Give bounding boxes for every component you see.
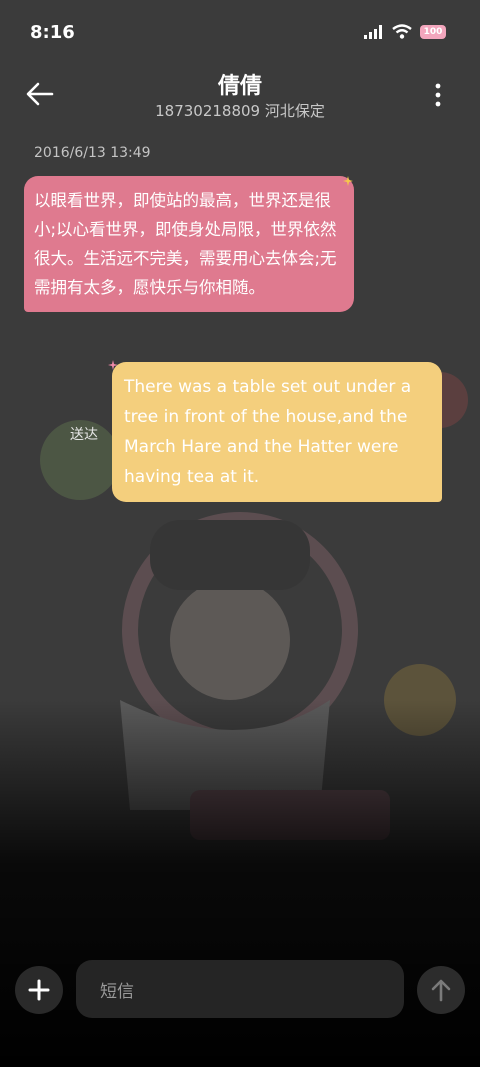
incoming-message-bubble[interactable]: 以眼看世界，即使站的最高，世界还是很小;以心看世界，即使身处局限，世界依然很大。… bbox=[24, 176, 354, 312]
more-vertical-icon bbox=[435, 83, 441, 107]
status-icons: 100 bbox=[364, 24, 446, 39]
delivery-status: 送达 bbox=[70, 427, 98, 443]
wifi-icon bbox=[392, 24, 412, 39]
more-options-button[interactable] bbox=[434, 82, 442, 108]
outgoing-message-bubble[interactable]: There was a table set out under a tree i… bbox=[112, 362, 442, 502]
send-arrow-icon bbox=[431, 979, 451, 1002]
sparkle-icon bbox=[343, 176, 353, 186]
plus-icon bbox=[28, 979, 50, 1001]
incoming-message-text: 以眼看世界，即使站的最高，世界还是很小;以心看世界，即使身处局限，世界依然很大。… bbox=[34, 191, 337, 297]
add-attachment-button[interactable] bbox=[15, 966, 63, 1014]
status-bar: 8:16 100 bbox=[0, 0, 480, 64]
message-timestamp: 2016/6/13 13:49 bbox=[34, 145, 151, 161]
battery-indicator: 100 bbox=[420, 24, 446, 39]
send-button[interactable] bbox=[417, 966, 465, 1014]
signal-icon bbox=[364, 24, 382, 39]
message-input-placeholder: 短信 bbox=[100, 981, 134, 1002]
outgoing-message-text: There was a table set out under a tree i… bbox=[124, 377, 412, 487]
contact-detail: 18730218809 河北保定 bbox=[155, 102, 325, 120]
status-time: 8:16 bbox=[30, 22, 75, 43]
message-input[interactable]: 短信 bbox=[76, 960, 404, 1018]
contact-name: 倩倩 bbox=[217, 74, 262, 99]
